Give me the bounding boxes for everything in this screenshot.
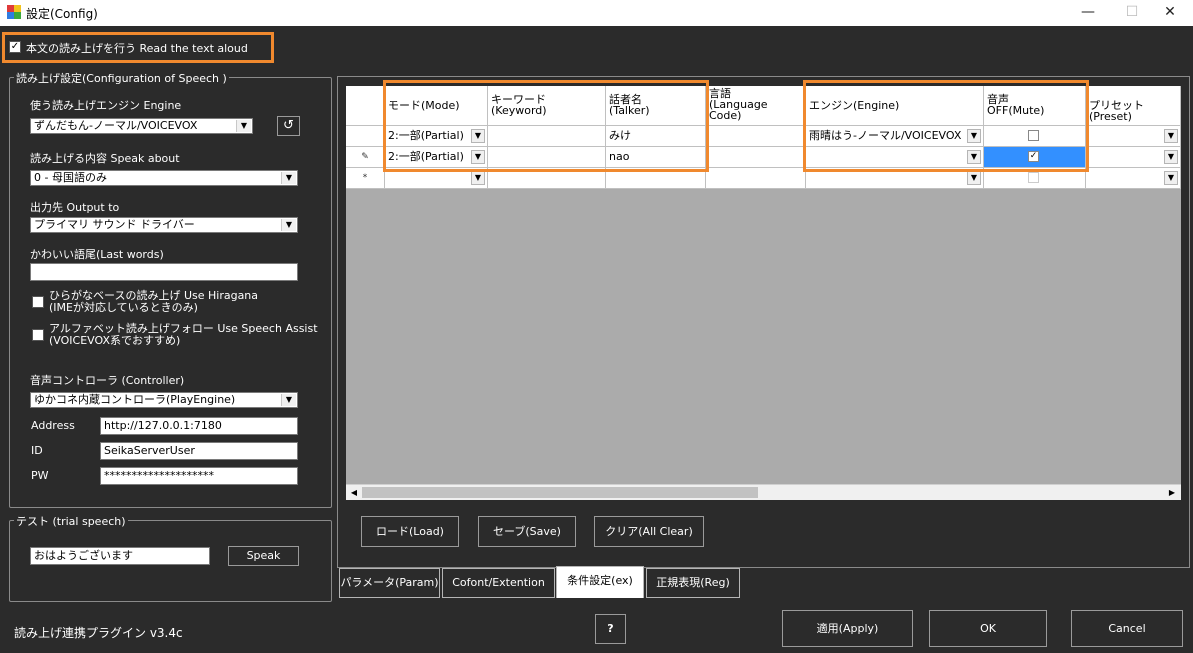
window-title: 設定(Config): [26, 7, 98, 21]
close-button[interactable]: ✕: [1147, 0, 1193, 26]
engine-label: 使う読み上げエンジン Engine: [30, 99, 182, 112]
chevron-down-icon[interactable]: ▼: [1164, 129, 1178, 143]
trial-speech-title: テスト (trial speech): [14, 513, 128, 529]
last-words-label: かわいい語尾(Last words): [30, 248, 164, 261]
scroll-right-icon[interactable]: ▶: [1165, 486, 1179, 499]
tab-param[interactable]: パラメータ(Param): [339, 568, 440, 598]
address-input[interactable]: http://127.0.0.1:7180: [100, 417, 298, 435]
preset-cell[interactable]: ▼: [1086, 147, 1181, 168]
title-bar: 設定(Config) — ☐ ✕: [0, 0, 1193, 26]
tab-cofont[interactable]: Cofont/Extention: [442, 568, 555, 598]
speak-about-select[interactable]: 0 - 母国語のみ ▼: [30, 170, 298, 186]
chevron-down-icon[interactable]: ▼: [967, 171, 981, 185]
tab-regex[interactable]: 正規表現(Reg): [646, 568, 740, 598]
preset-cell[interactable]: ▼: [1086, 168, 1181, 189]
row-header-new[interactable]: *: [346, 168, 385, 189]
speak-about-label: 読み上げる内容 Speak about: [30, 152, 180, 165]
app-icon: [7, 5, 21, 19]
speech-assist-label: アルファベット読み上げフォロー Use Speech Assist (VOICEV…: [49, 323, 318, 347]
controller-label: 音声コントローラ (Controller): [30, 374, 185, 387]
address-label: Address: [31, 419, 75, 432]
chevron-down-icon: ▼: [281, 172, 296, 184]
clear-button[interactable]: クリア(All Clear): [594, 516, 704, 547]
controller-value: ゆかコネ内蔵コントローラ(PlayEngine): [34, 393, 236, 406]
speech-assist-checkbox[interactable]: [32, 329, 44, 341]
scroll-left-icon[interactable]: ◀: [347, 486, 361, 499]
help-button[interactable]: ?: [595, 614, 626, 644]
minimize-button[interactable]: —: [1065, 0, 1111, 26]
chevron-down-icon[interactable]: ▼: [1164, 171, 1178, 185]
trial-text-input[interactable]: おはようございます: [30, 547, 210, 565]
highlight-read-aloud: [2, 32, 274, 63]
mute-checkbox[interactable]: [1028, 172, 1039, 183]
ok-button[interactable]: OK: [929, 610, 1047, 647]
chevron-down-icon: ▼: [281, 394, 296, 406]
highlight-mode-keyword-talker: [383, 80, 709, 172]
speak-button[interactable]: Speak: [228, 546, 299, 566]
last-words-input[interactable]: [30, 263, 298, 281]
chevron-down-icon: ▼: [236, 120, 251, 132]
pw-label: PW: [31, 469, 49, 482]
output-select[interactable]: プライマリ サウンド ドライバー ▼: [30, 217, 298, 233]
engine-select[interactable]: ずんだもん-ノーマル/VOICEVOX ▼: [30, 118, 253, 134]
highlight-engine-mute: [803, 80, 1089, 172]
output-label: 出力先 Output to: [30, 201, 120, 214]
speak-about-value: 0 - 母国語のみ: [34, 171, 107, 184]
refresh-engine-button[interactable]: ↺: [277, 116, 300, 136]
language-cell[interactable]: [706, 147, 806, 168]
refresh-icon: ↺: [283, 118, 294, 133]
use-hiragana-checkbox[interactable]: [32, 296, 44, 308]
scrollbar-thumb[interactable]: [362, 487, 758, 498]
language-cell[interactable]: [706, 126, 806, 147]
id-label: ID: [31, 444, 43, 457]
chevron-down-icon[interactable]: ▼: [1164, 150, 1178, 164]
header-preset[interactable]: プリセット(Preset): [1086, 86, 1181, 126]
chevron-down-icon[interactable]: ▼: [471, 171, 485, 185]
controller-select[interactable]: ゆかコネ内蔵コントローラ(PlayEngine) ▼: [30, 392, 298, 408]
chevron-down-icon: ▼: [281, 219, 296, 231]
use-hiragana-label-line2: (IMEが対応しているときのみ): [49, 301, 198, 314]
load-button[interactable]: ロード(Load): [361, 516, 459, 547]
language-cell[interactable]: [706, 168, 806, 189]
row-header[interactable]: [346, 126, 385, 147]
row-header-corner: [346, 86, 385, 126]
horizontal-scrollbar[interactable]: ◀ ▶: [346, 484, 1181, 500]
engine-select-value: ずんだもん-ノーマル/VOICEVOX: [34, 119, 198, 132]
row-header[interactable]: ✎: [346, 147, 385, 168]
apply-button[interactable]: 適用(Apply): [782, 610, 913, 647]
speech-assist-label-line2: (VOICEVOX系でおすすめ): [49, 334, 181, 347]
cancel-button[interactable]: Cancel: [1071, 610, 1183, 647]
use-hiragana-label: ひらがなベースの読み上げ Use Hiragana (IMEが対応しているときのみ…: [49, 290, 258, 314]
header-language[interactable]: 言語 (Language Code): [706, 86, 806, 126]
save-button[interactable]: セーブ(Save): [478, 516, 576, 547]
output-value: プライマリ サウンド ドライバー: [34, 218, 195, 231]
speech-config-title: 読み上げ設定(Configuration of Speech ): [14, 70, 229, 86]
preset-cell[interactable]: ▼: [1086, 126, 1181, 147]
pw-input[interactable]: ********************: [100, 467, 298, 485]
plugin-name: 読み上げ連携プラグイン v3.4c: [14, 626, 183, 640]
id-input[interactable]: SeikaServerUser: [100, 442, 298, 460]
tab-conditions[interactable]: 条件設定(ex): [556, 566, 644, 598]
